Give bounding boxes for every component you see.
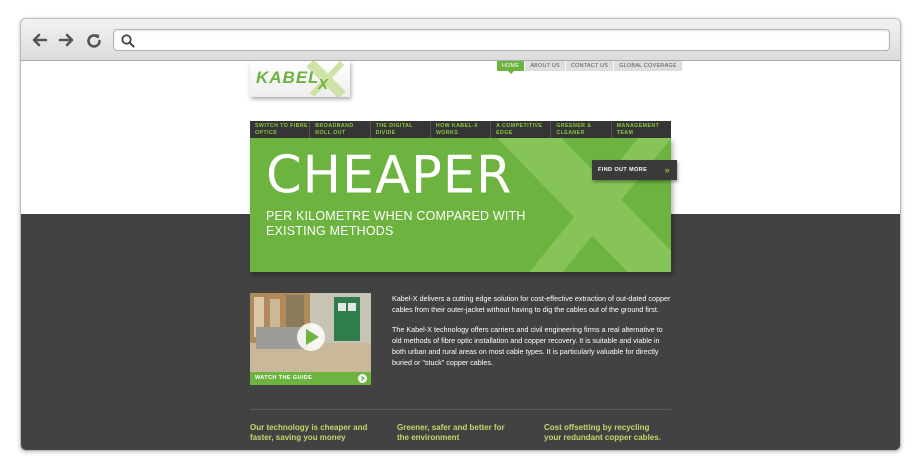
svg-text:KABEL: KABEL: [256, 68, 320, 87]
find-out-more-button[interactable]: FIND OUT MORE »: [592, 160, 677, 180]
topnav-about-us[interactable]: ABOUT US: [525, 61, 566, 71]
reload-icon[interactable]: [83, 29, 105, 51]
url-input[interactable]: [140, 32, 880, 48]
mainnav-broadband-roll-out[interactable]: BROADBAND ROLL OUT: [310, 121, 371, 138]
section-divider: [250, 409, 671, 410]
hero-banner: CHEAPER PER KILOMETRE WHEN COMPARED WITH…: [250, 138, 671, 272]
topnav-global-coverage[interactable]: GLOBAL COVERAGE: [614, 61, 683, 71]
play-arrow-icon: [358, 374, 367, 383]
mainnav-digital-divide[interactable]: THE DIGITAL DIVIDE: [371, 121, 431, 138]
video-caption-bar: WATCH THE GUIDE: [250, 372, 371, 385]
video-caption-label: WATCH THE GUIDE: [255, 375, 313, 381]
hero-title: CHEAPER: [266, 145, 513, 206]
page-viewport: KABEL X HOME ABOUT US CONTACT US GLOBAL …: [21, 61, 900, 450]
svg-text:X: X: [317, 76, 329, 93]
back-arrow-icon[interactable]: [29, 29, 51, 51]
hero-subtitle: PER KILOMETRE WHEN COMPARED WITH EXISTIN…: [266, 209, 526, 238]
double-chevron-icon: »: [664, 165, 670, 175]
intro-paragraph-2: The Kabel-X technology offers carriers a…: [392, 324, 663, 368]
mainnav-greener-cleaner[interactable]: GREENER & CLEANER: [551, 121, 612, 138]
search-icon: [121, 34, 135, 48]
video-thumbnail[interactable]: WATCH THE GUIDE: [250, 293, 371, 385]
top-navigation: HOME ABOUT US CONTACT US GLOBAL COVERAGE: [497, 61, 683, 74]
main-navigation: SWITCH TO FIBRE OPTICS BROADBAND ROLL OU…: [250, 121, 671, 138]
browser-window: KABEL X HOME ABOUT US CONTACT US GLOBAL …: [20, 18, 901, 451]
intro-paragraph-1: Kabel-X delivers a cutting edge solution…: [392, 294, 671, 315]
kabel-x-logo[interactable]: KABEL X: [250, 61, 350, 99]
benefit-cost-offsetting: Cost offsetting by recycling your redund…: [544, 423, 661, 442]
mainnav-competitive-edge[interactable]: A COMPETITIVE EDGE: [491, 121, 552, 138]
topnav-contact-us[interactable]: CONTACT US: [565, 61, 615, 71]
intro-text: Kabel-X delivers a cutting edge solution…: [392, 293, 674, 377]
mainnav-how-kabel-x-works[interactable]: HOW KABEL-X WORKS: [431, 121, 492, 138]
benefit-greener: Greener, safer and better for the enviro…: [397, 423, 505, 442]
mainnav-switch-to-fibre-optics[interactable]: SWITCH TO FIBRE OPTICS: [250, 121, 311, 138]
benefit-cheaper: Our technology is cheaper and faster, sa…: [250, 423, 368, 442]
mainnav-management-team[interactable]: MANAGEMENT TEAM: [612, 121, 671, 138]
browser-toolbar: [21, 19, 900, 61]
topnav-home[interactable]: HOME: [497, 61, 526, 74]
x-watermark-icon: [497, 138, 671, 272]
address-bar[interactable]: [113, 29, 890, 51]
forward-arrow-icon[interactable]: [55, 29, 77, 51]
find-out-more-label: FIND OUT MORE: [598, 167, 648, 173]
